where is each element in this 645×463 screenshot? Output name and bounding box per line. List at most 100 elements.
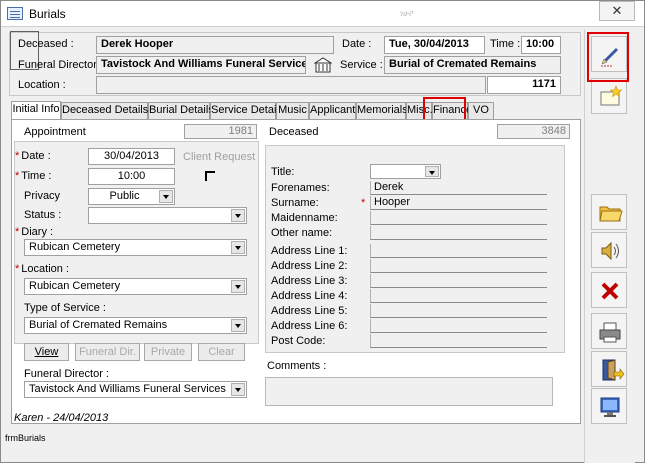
sound-speaker-icon — [601, 241, 619, 261]
maidenname-label: Maidenname: — [271, 212, 338, 224]
comments-label: Comments : — [267, 360, 327, 372]
chevron-down-icon[interactable] — [231, 319, 245, 332]
deceased-name-field[interactable]: Derek Hooper — [96, 36, 334, 54]
appointment-date-field[interactable]: 30/04/2013 — [88, 148, 175, 165]
chevron-down-icon[interactable] — [159, 190, 173, 203]
close-button[interactable]: ✕ — [599, 1, 635, 21]
othername-field[interactable] — [370, 226, 547, 240]
client-request-label: Client Request — [183, 151, 256, 163]
appointment-title: Appointment — [24, 126, 86, 138]
client-request-checkbox[interactable] — [205, 171, 215, 181]
chevron-down-icon[interactable] — [425, 166, 439, 177]
privacy-value: Public — [109, 190, 140, 202]
new-record-button[interactable] — [591, 78, 627, 114]
sound-button[interactable] — [591, 232, 627, 268]
deceased-section-title: Deceased — [269, 126, 319, 138]
title-label: Title: — [271, 166, 295, 178]
address-line-6-field[interactable] — [370, 319, 547, 333]
location-field[interactable] — [96, 76, 486, 94]
new-record-star-icon — [600, 85, 623, 106]
surname-required-star: * — [361, 197, 366, 209]
exit-button[interactable] — [591, 351, 627, 387]
service-field[interactable]: Burial of Cremated Remains — [384, 56, 561, 74]
tab-service-details[interactable]: Service Details — [210, 102, 284, 119]
status-select[interactable] — [88, 207, 247, 224]
funeral-director-field[interactable]: Tavistock And Williams Funeral Services — [96, 56, 306, 74]
appt-funeral-director-select[interactable]: Tavistock And Williams Funeral Services — [24, 381, 247, 398]
appointment-number: 1981 — [184, 124, 257, 139]
form-name-text: frmBurials — [5, 433, 46, 443]
maidenname-field[interactable] — [370, 211, 547, 225]
location-label: Location : — [18, 79, 66, 91]
tab-deceased-details[interactable]: Deceased Details — [61, 102, 148, 119]
deceased-number: 3848 — [497, 124, 570, 139]
address-line-3-field[interactable] — [370, 274, 547, 288]
time-field[interactable]: 10:00 — [521, 36, 561, 54]
type-of-service-value: Burial of Cremated Remains — [29, 319, 168, 331]
appointment-time-label: * Time : — [15, 170, 52, 182]
chevron-down-icon[interactable] — [231, 241, 245, 254]
action-sidebar — [584, 29, 635, 463]
open-button[interactable] — [591, 194, 627, 230]
deceased-label: Deceased : — [18, 38, 74, 50]
appointment-time-field[interactable]: 10:00 — [88, 168, 175, 185]
tab-initial-info[interactable]: Initial Info — [11, 101, 61, 120]
tab-music[interactable]: Music — [276, 102, 309, 119]
chevron-down-icon[interactable] — [231, 280, 245, 293]
address-line-1-field[interactable] — [370, 244, 547, 258]
clear-button[interactable]: Clear — [198, 343, 245, 361]
display-button[interactable] — [591, 388, 627, 424]
appt-location-select[interactable]: Rubican Cemetery — [24, 278, 247, 295]
delete-x-icon — [601, 282, 619, 300]
address-line-4-field[interactable] — [370, 289, 547, 303]
view-button[interactable]: View — [24, 343, 69, 361]
type-of-service-label: Type of Service : — [24, 302, 106, 314]
postcode-field[interactable] — [370, 334, 547, 348]
diary-select[interactable]: Rubican Cemetery — [24, 239, 247, 256]
address-line-5-field[interactable] — [370, 304, 547, 318]
date-field[interactable]: Tue, 30/04/2013 — [384, 36, 485, 54]
address-line-2-label: Address Line 2: — [271, 260, 348, 272]
status-label: Status : — [24, 209, 62, 221]
forenames-field[interactable]: Derek — [370, 181, 547, 195]
app-form-icon — [7, 7, 23, 20]
chevron-down-icon[interactable] — [231, 209, 245, 222]
privacy-select[interactable]: Public — [88, 188, 175, 205]
postcode-label: Post Code: — [271, 335, 326, 347]
tab-vo[interactable]: VO — [468, 102, 494, 119]
title-select[interactable] — [370, 164, 441, 179]
exit-door-icon — [602, 359, 625, 381]
record-number-field: 1171 — [487, 76, 561, 94]
appt-location-label: * Location : — [15, 263, 69, 275]
window-title: Burials — [29, 7, 66, 21]
diary-value: Rubican Cemetery — [29, 241, 121, 253]
funeral-dir-button[interactable]: Funeral Dir. — [75, 343, 140, 361]
private-button[interactable]: Private — [144, 343, 192, 361]
surname-field[interactable]: Hooper — [370, 196, 547, 210]
address-line-4-label: Address Line 4: — [271, 290, 348, 302]
appt-location-value: Rubican Cemetery — [29, 280, 121, 292]
privacy-label: Privacy — [24, 190, 61, 202]
address-line-5-label: Address Line 5: — [271, 305, 348, 317]
delete-button[interactable] — [591, 272, 627, 308]
date-label: Date : — [342, 38, 372, 50]
chevron-down-icon[interactable] — [231, 383, 245, 396]
type-of-service-select[interactable]: Burial of Cremated Remains — [24, 317, 247, 334]
comments-field[interactable] — [265, 377, 553, 406]
building-icon[interactable] — [313, 57, 333, 73]
tab-memorials[interactable]: Memorials — [356, 102, 408, 119]
address-line-2-field[interactable] — [370, 259, 547, 273]
appt-funeral-director-label: Funeral Director : — [24, 368, 109, 380]
funeral-director-label: Funeral Director : — [18, 59, 103, 71]
tab-burial-details[interactable]: Burial Details — [148, 102, 214, 119]
tab-applicant[interactable]: Applicant — [309, 102, 356, 119]
print-icon — [599, 322, 621, 343]
close-icon: ✕ — [611, 3, 623, 18]
surname-label: Surname: — [271, 197, 319, 209]
monitor-screen-icon — [600, 397, 620, 417]
appointment-date-label: * Date : — [15, 150, 51, 162]
diary-label: * Diary : — [15, 226, 54, 238]
edit-button-highlight — [587, 32, 629, 82]
appt-funeral-director-value: Tavistock And Williams Funeral Services — [29, 383, 226, 395]
print-button[interactable] — [591, 313, 627, 349]
